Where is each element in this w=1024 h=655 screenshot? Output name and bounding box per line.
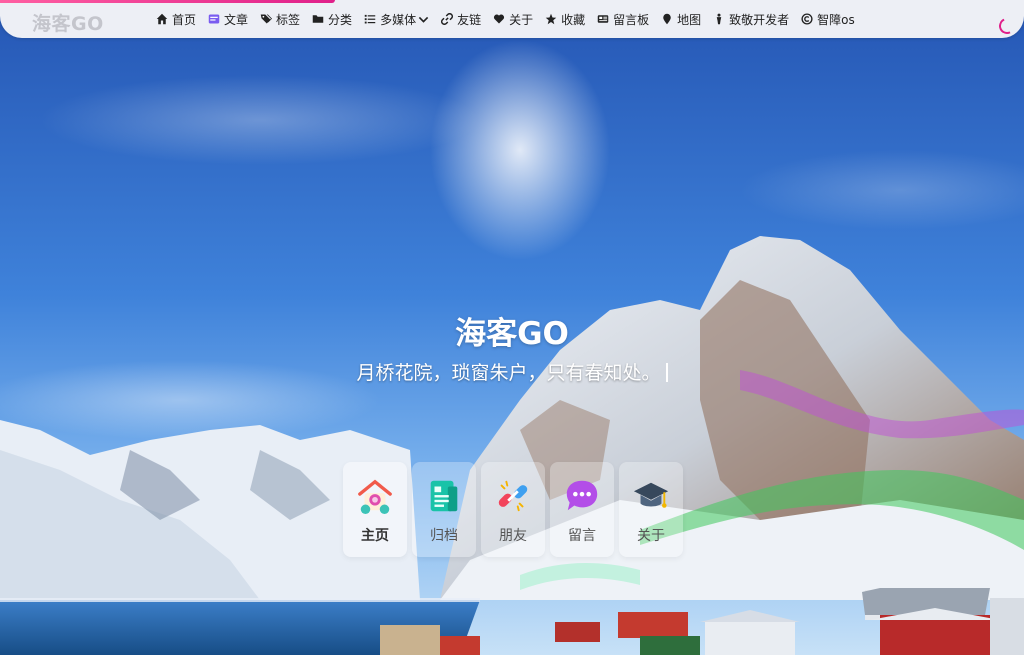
nav-label: 留言板	[613, 12, 650, 27]
copyright-icon	[801, 13, 813, 25]
graduation-cap-icon	[633, 482, 669, 508]
heart-icon	[494, 14, 505, 24]
folder-icon	[312, 15, 324, 23]
nav-item-guestbook[interactable]: 留言板	[597, 11, 649, 28]
card-home[interactable]: 主页	[343, 462, 407, 557]
list-icon	[364, 14, 376, 24]
nav-label: 智障os	[817, 12, 855, 27]
nav-label: 分类	[328, 12, 353, 27]
top-navbar: 海客GO 首页 文章 标签 分类 多媒体 友链 关于 收藏 留言板 地图 致敬开…	[0, 0, 1024, 38]
map-pin-icon	[663, 13, 671, 25]
chevron-down-icon	[418, 16, 429, 23]
nav-label: 文章	[224, 12, 249, 27]
article-icon	[208, 14, 220, 24]
nav-label: 地图	[677, 12, 702, 27]
card-label: 留言	[568, 528, 596, 544]
nav-label: 收藏	[561, 12, 586, 27]
nav-item-friend-links[interactable]: 友链	[441, 11, 481, 28]
nav-item-tags[interactable]: 标签	[260, 11, 300, 28]
home-medal-icon	[358, 479, 392, 515]
nav-label: 多媒体	[380, 12, 417, 27]
loading-spinner	[996, 15, 1018, 37]
card-label: 主页	[361, 528, 389, 544]
nav-item-about[interactable]: 关于	[493, 11, 533, 28]
newspaper-icon	[597, 15, 609, 23]
hero-title: 海客GO	[455, 316, 569, 352]
nav-label: 友链	[457, 12, 482, 27]
card-friends[interactable]: 朋友	[481, 462, 545, 557]
nav-label: 首页	[172, 12, 197, 27]
nav-item-favorites[interactable]: 收藏	[545, 11, 585, 28]
nav-item-categories[interactable]: 分类	[312, 11, 352, 28]
home-icon	[156, 13, 168, 25]
chain-link-icon	[498, 480, 528, 512]
nav-label: 关于	[509, 12, 534, 27]
nav-item-tribute-developers[interactable]: 致敬开发者	[713, 11, 789, 28]
nav-item-map[interactable]: 地图	[661, 11, 701, 28]
site-logo[interactable]: 海客GO	[32, 9, 104, 36]
nav-item-home[interactable]: 首页	[156, 11, 196, 28]
nav-item-articles[interactable]: 文章	[208, 11, 248, 28]
card-label: 归档	[430, 528, 458, 544]
link-icon	[441, 13, 454, 25]
card-message[interactable]: 留言	[550, 462, 614, 557]
card-archive[interactable]: 归档	[412, 462, 476, 557]
card-about[interactable]: 关于	[619, 462, 683, 557]
typing-cursor	[665, 363, 668, 382]
tags-icon	[260, 14, 273, 24]
person-icon	[716, 13, 722, 25]
quick-nav-cards: 主页 归档 朋友 留言 关于	[343, 462, 688, 557]
star-icon	[545, 13, 557, 25]
hero-subtitle: 月桥花院，琐窗朱户，只有春知处。	[0, 358, 1024, 385]
hero-subtitle-text: 月桥花院，琐窗朱户，只有春知处。	[356, 362, 661, 384]
archive-icon	[430, 480, 458, 512]
nav-item-zhizhang-os[interactable]: 智障os	[801, 11, 855, 28]
card-label: 关于	[637, 528, 665, 544]
card-label: 朋友	[499, 528, 527, 544]
main-nav: 首页 文章 标签 分类 多媒体 友链 关于 收藏 留言板 地图 致敬开发者 智障…	[156, 0, 867, 38]
nav-label: 标签	[276, 12, 301, 27]
nav-item-media[interactable]: 多媒体	[364, 11, 429, 28]
chat-bubble-icon	[566, 480, 598, 511]
nav-label: 致敬开发者	[729, 12, 790, 27]
